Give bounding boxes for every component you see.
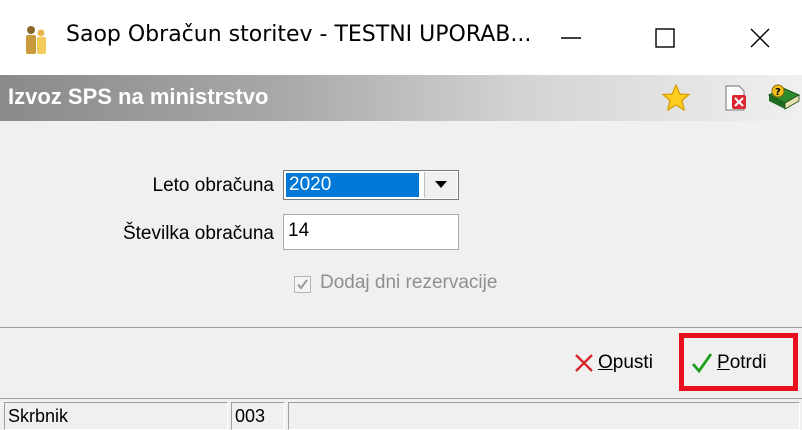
status-message — [288, 402, 800, 430]
title-bar: Saop Obračun storitev - TESTNI UPORAB... — [0, 0, 802, 75]
status-code: 003 — [231, 402, 285, 430]
help-book-icon[interactable]: ? — [766, 83, 802, 113]
number-input[interactable]: 14 — [283, 214, 459, 250]
dropdown-arrow-button[interactable] — [424, 172, 457, 198]
form-body: Leto obračuna 2020 Številka obračuna 14 … — [0, 121, 802, 327]
people-icon — [22, 24, 48, 56]
number-label: Številka obračuna — [122, 223, 274, 244]
close-button[interactable] — [737, 18, 783, 62]
window-title: Saop Obračun storitev - TESTNI UPORAB... — [66, 22, 532, 47]
maximize-icon — [654, 27, 676, 54]
cancel-button[interactable]: Opusti — [573, 348, 653, 378]
maximize-button[interactable] — [642, 18, 688, 62]
close-icon — [749, 27, 771, 54]
reservation-label: Dodaj dni rezervacije — [320, 272, 498, 293]
cancel-accelerator: O — [598, 352, 613, 373]
year-select-value: 2020 — [286, 173, 419, 197]
form-header: Izvoz SPS na ministrstvo ? — [0, 75, 802, 121]
checkmark-icon — [295, 279, 310, 296]
cancel-label: pusti — [612, 352, 653, 373]
status-bar: Skrbnik 003 — [0, 398, 802, 430]
minimize-icon — [560, 27, 582, 54]
svg-text:?: ? — [775, 87, 781, 98]
form-footer: Opusti Potrdi — [0, 328, 802, 398]
minimize-button[interactable] — [548, 18, 594, 62]
year-label: Leto obračuna — [152, 175, 275, 196]
year-select[interactable]: 2020 — [283, 170, 459, 200]
star-icon[interactable] — [661, 83, 691, 113]
confirm-highlight-box — [679, 333, 798, 391]
close-document-icon[interactable] — [721, 83, 751, 113]
cancel-x-icon — [573, 352, 595, 374]
chevron-down-icon — [435, 176, 447, 194]
form-title: Izvoz SPS na ministrstvo — [8, 84, 269, 109]
status-user: Skrbnik — [4, 402, 228, 430]
reservation-checkbox[interactable] — [294, 276, 311, 293]
